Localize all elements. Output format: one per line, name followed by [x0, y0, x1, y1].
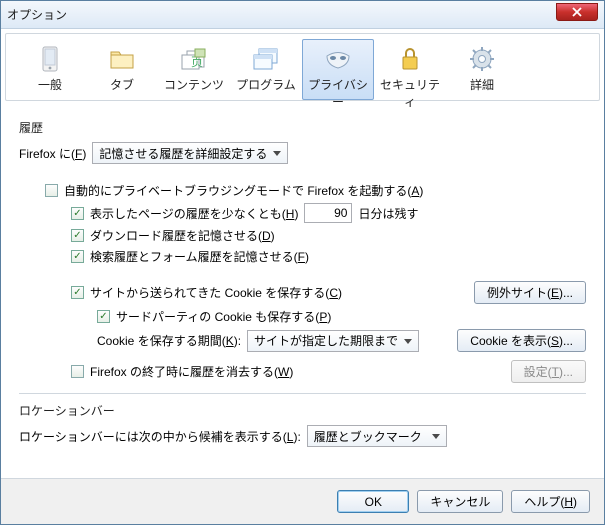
- cancel-button[interactable]: キャンセル: [417, 490, 503, 513]
- content-area: 履歴 Firefox に(F) 記憶させる履歴を詳細設定する ✓ 自動的にプライ…: [1, 105, 604, 477]
- close-icon: [572, 7, 582, 17]
- clear-on-close-row: ✓ Firefox の終了時に履歴を消去する(W) 設定(T)...: [71, 360, 586, 383]
- keep-until-select[interactable]: サイトが指定した期限まで: [247, 330, 419, 352]
- category-bar: 一般 タブ 页 コンテンツ プログラム プライバシー: [5, 33, 600, 101]
- locationbar-suggest-label: ロケーションバーには次の中から候補を表示する(L):: [19, 428, 301, 445]
- close-button[interactable]: [556, 3, 598, 21]
- titlebar: オプション: [1, 1, 604, 29]
- accept-cookies-label: サイトから送られてきた Cookie を保存する(C): [90, 284, 342, 301]
- locationbar-group-label: ロケーションバー: [19, 402, 586, 419]
- gear-icon: [447, 44, 517, 74]
- remember-search-row: ✓ 検索履歴とフォーム履歴を記憶させる(F): [71, 248, 586, 265]
- separator: [19, 393, 586, 394]
- clear-on-close-checkbox[interactable]: ✓: [71, 365, 84, 378]
- firefox-will-label: Firefox に(F): [19, 145, 86, 162]
- remember-history-row: ✓ 表示したページの履歴を少なくとも(H) 日分は残す: [71, 203, 586, 223]
- remember-history-label: 表示したページの履歴を少なくとも(H): [90, 205, 298, 222]
- remember-history-checkbox[interactable]: ✓: [71, 207, 84, 220]
- tab-applications[interactable]: プログラム: [230, 39, 302, 100]
- mask-icon: [303, 44, 373, 74]
- third-party-row: ✓ サードパーティの Cookie も保存する(P): [97, 308, 586, 325]
- show-cookies-button[interactable]: Cookie を表示(S)...: [457, 329, 586, 352]
- remember-search-checkbox[interactable]: ✓: [71, 250, 84, 263]
- ok-button[interactable]: OK: [337, 490, 409, 513]
- tab-tabs[interactable]: タブ: [86, 39, 158, 100]
- options-window: オプション 一般 タブ 页 コンテンツ プログラム: [0, 0, 605, 525]
- dialog-button-bar: OK キャンセル ヘルプ(H): [1, 478, 604, 524]
- history-days-input[interactable]: [304, 203, 352, 223]
- general-icon: [15, 44, 85, 74]
- accept-cookies-checkbox[interactable]: ✓: [71, 286, 84, 299]
- clear-on-close-label: Firefox の終了時に履歴を消去する(W): [90, 363, 293, 380]
- clear-settings-button: 設定(T)...: [511, 360, 586, 383]
- tab-general[interactable]: 一般: [14, 39, 86, 100]
- exceptions-button[interactable]: 例外サイト(E)...: [474, 281, 586, 304]
- keep-until-row: Cookie を保存する期間(K): サイトが指定した期限まで Cookie を…: [97, 329, 586, 352]
- remember-download-checkbox[interactable]: ✓: [71, 229, 84, 242]
- keep-until-label: Cookie を保存する期間(K):: [97, 332, 241, 349]
- remember-download-row: ✓ ダウンロード履歴を記憶させる(D): [71, 227, 586, 244]
- lock-icon: [375, 44, 445, 74]
- content-icon: 页: [159, 44, 229, 74]
- tab-security[interactable]: セキュリティ: [374, 39, 446, 100]
- tab-content[interactable]: 页 コンテンツ: [158, 39, 230, 100]
- remember-search-label: 検索履歴とフォーム履歴を記憶させる(F): [90, 248, 309, 265]
- help-button[interactable]: ヘルプ(H): [511, 490, 590, 513]
- accept-cookies-row: ✓ サイトから送られてきた Cookie を保存する(C) 例外サイト(E)..…: [71, 281, 586, 304]
- third-party-label: サードパーティの Cookie も保存する(P): [116, 308, 331, 325]
- private-browsing-checkbox[interactable]: ✓: [45, 184, 58, 197]
- tab-advanced[interactable]: 詳細: [446, 39, 518, 100]
- remember-history-suffix: 日分は残す: [358, 205, 418, 222]
- windows-icon: [231, 44, 301, 74]
- history-mode-select[interactable]: 記憶させる履歴を詳細設定する: [92, 142, 288, 164]
- remember-download-label: ダウンロード履歴を記憶させる(D): [90, 227, 275, 244]
- history-group-label: 履歴: [19, 119, 586, 136]
- third-party-checkbox[interactable]: ✓: [97, 310, 110, 323]
- private-browsing-row: ✓ 自動的にプライベートブラウジングモードで Firefox を起動する(A): [45, 182, 586, 199]
- locationbar-suggest-select[interactable]: 履歴とブックマーク: [307, 425, 447, 447]
- window-title: オプション: [7, 6, 556, 23]
- tab-privacy[interactable]: プライバシー: [302, 39, 374, 100]
- locationbar-suggest-row: ロケーションバーには次の中から候補を表示する(L): 履歴とブックマーク: [19, 425, 586, 447]
- history-mode-row: Firefox に(F) 記憶させる履歴を詳細設定する: [19, 142, 586, 164]
- private-browsing-label: 自動的にプライベートブラウジングモードで Firefox を起動する(A): [64, 182, 423, 199]
- folder-icon: [87, 44, 157, 74]
